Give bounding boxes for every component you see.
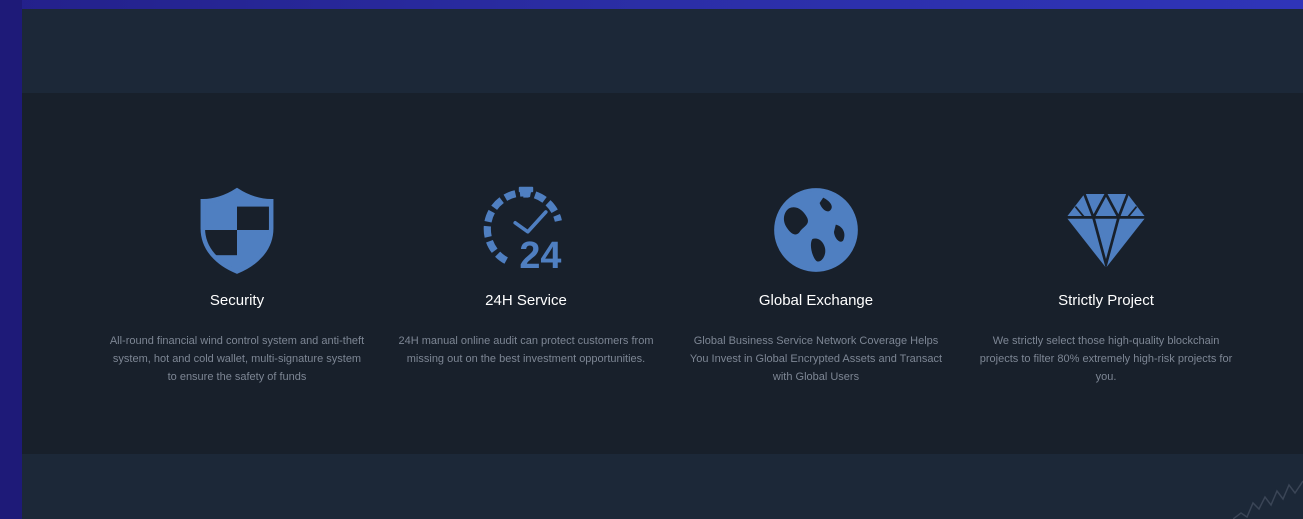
page-container: Security All-round financial wind contro…	[22, 9, 1303, 519]
feature-title: 24H Service	[485, 292, 567, 309]
background-chart-decoration	[1233, 480, 1303, 519]
bottom-band	[22, 454, 1303, 519]
clock-24-icon: 24	[481, 185, 571, 275]
feature-description: We strictly select those high-quality bl…	[979, 335, 1233, 383]
feature-title: Strictly Project	[1058, 292, 1154, 309]
feature-description: 24H manual online audit can protect cust…	[398, 335, 654, 365]
feature-description: Global Business Service Network Coverage…	[689, 335, 943, 383]
left-edge-strip	[0, 0, 22, 519]
globe-icon	[771, 185, 861, 275]
top-accent-bar	[0, 0, 1303, 9]
diamond-icon	[1061, 185, 1151, 275]
svg-text:24: 24	[519, 235, 561, 275]
top-band	[22, 9, 1303, 93]
feature-title: Global Exchange	[758, 292, 874, 309]
features-section: Security All-round financial wind contro…	[22, 93, 1303, 454]
shield-icon	[192, 185, 282, 275]
feature-title: Security	[209, 292, 265, 309]
feature-description: All-round financial wind control system …	[109, 335, 365, 383]
